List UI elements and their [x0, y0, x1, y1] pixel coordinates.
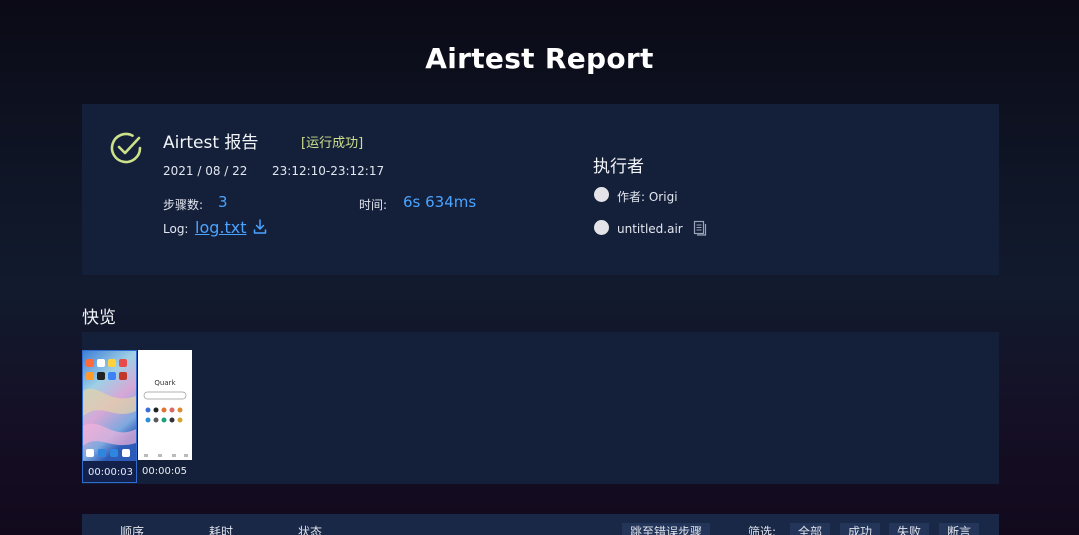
home-screen-image — [83, 351, 136, 461]
filter-assert-button[interactable]: 断言 — [939, 523, 980, 535]
summary-panel: Airtest 报告 [运行成功] 2021 / 08 / 22 23:12:1… — [82, 104, 999, 275]
thumbnail-time: 00:00:03 — [88, 467, 133, 478]
steps-count-label: 步骤数: — [163, 198, 204, 212]
quark-screen-image: Quark — [138, 350, 192, 460]
thumbnail-2[interactable]: Quark 00:00:05 — [137, 350, 192, 483]
download-icon[interactable] — [253, 219, 267, 235]
log-file-link[interactable]: log.txt — [195, 218, 247, 237]
run-status-badge: [运行成功] — [301, 136, 364, 151]
copy-icon[interactable] — [693, 220, 707, 236]
author-text: 作者: Origi — [617, 190, 678, 204]
report-name: Airtest 报告 — [163, 133, 259, 153]
thumbnail-time: 00:00:05 — [142, 466, 187, 477]
thumbnail-image — [83, 351, 136, 461]
script-bullet-icon — [594, 220, 609, 235]
gallery-title: 快览 — [82, 308, 116, 328]
col-status: 状态 — [298, 525, 323, 535]
duration-value: 6s 634ms — [403, 193, 477, 211]
author-bullet-icon — [594, 187, 609, 202]
quark-logo-text: Quark — [154, 379, 176, 387]
thumbnail-image: Quark — [138, 350, 192, 460]
steps-count-value: 3 — [218, 193, 228, 211]
col-order: 顺序 — [120, 525, 145, 535]
filter-success-button[interactable]: 成功 — [840, 523, 881, 535]
thumbnail-1[interactable]: 00:00:03 — [82, 350, 137, 483]
success-check-icon — [110, 132, 142, 164]
duration-label: 时间: — [359, 198, 388, 212]
col-duration: 耗时 — [209, 525, 234, 535]
executor-title: 执行者 — [593, 157, 644, 177]
filter-label: 筛选: — [748, 525, 777, 535]
jump-to-error-button[interactable]: 跳至错误步骤 — [622, 523, 711, 535]
gallery-panel: 00:00:03 Quark 00:00:05 — [82, 332, 999, 484]
page-title: Airtest Report — [425, 42, 654, 75]
report-date: 2021 / 08 / 22 — [163, 164, 248, 178]
filter-all-button[interactable]: 全部 — [790, 523, 831, 535]
report-time-range: 23:12:10-23:12:17 — [272, 164, 385, 178]
script-name: untitled.air — [617, 222, 683, 236]
filter-fail-button[interactable]: 失败 — [889, 523, 930, 535]
steps-table-header: 顺序 耗时 状态 跳至错误步骤 筛选: 全部 成功 失败 断言 — [82, 514, 999, 535]
log-label: Log: — [163, 222, 189, 236]
